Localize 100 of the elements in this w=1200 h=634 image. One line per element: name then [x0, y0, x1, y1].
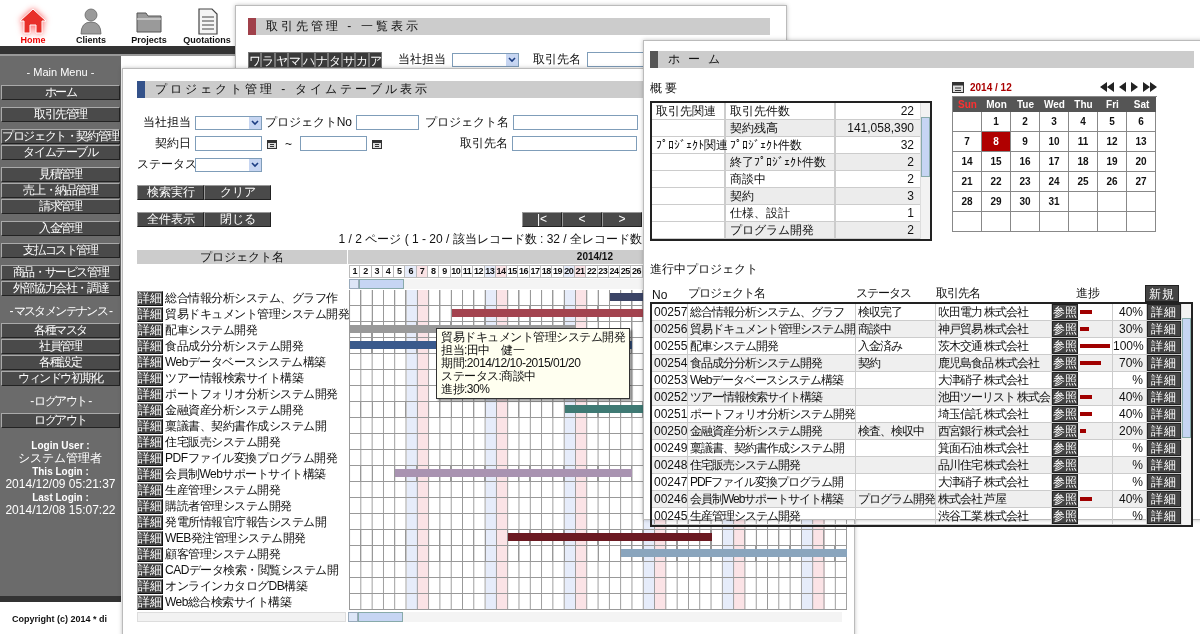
detail-button[interactable]: 詳細	[1147, 406, 1181, 422]
menu-button[interactable]: 請求管理	[1, 199, 120, 214]
reference-button[interactable]: 参照	[1052, 474, 1078, 490]
calendar-day[interactable]: 28	[953, 192, 982, 212]
scrollbar[interactable]	[347, 612, 842, 622]
detail-button[interactable]: 詳細	[1147, 474, 1181, 490]
calendar-day[interactable]: 22	[982, 172, 1011, 192]
detail-button[interactable]: 詳細	[137, 354, 163, 370]
detail-button[interactable]: 詳細	[137, 402, 163, 418]
calendar-day[interactable]: 8	[982, 132, 1011, 152]
kana-filter-button[interactable]: マ	[288, 51, 302, 68]
double-left-arrow-icon[interactable]	[1100, 82, 1114, 92]
nav-button[interactable]: Clients	[68, 7, 114, 46]
detail-button[interactable]: 詳細	[1147, 372, 1181, 388]
calendar-icon[interactable]	[372, 138, 382, 149]
new-button[interactable]: 新規	[1145, 285, 1179, 302]
scrollbar[interactable]	[920, 103, 930, 239]
calendar-day[interactable]: 29	[982, 192, 1011, 212]
menu-button[interactable]: 支払コスト管理	[1, 243, 120, 258]
pager-button[interactable]: <	[562, 212, 602, 227]
calendar-day[interactable]: 4	[1069, 112, 1098, 132]
detail-button[interactable]: 詳細	[1147, 491, 1181, 507]
select-field[interactable]	[195, 157, 262, 172]
calendar-day[interactable]: 6	[1127, 112, 1156, 132]
pager-button[interactable]: |<	[522, 212, 562, 227]
detail-button[interactable]: 詳細	[1147, 508, 1181, 524]
detail-button[interactable]: 詳細	[137, 466, 163, 482]
nav-button[interactable]: Quotations	[184, 7, 230, 46]
calendar-day[interactable]: 30	[1011, 192, 1040, 212]
calendar-day[interactable]: 12	[1098, 132, 1127, 152]
calendar-day[interactable]: 31	[1040, 192, 1069, 212]
reference-button[interactable]: 参照	[1052, 372, 1078, 388]
kana-filter-button[interactable]: カ	[355, 51, 369, 68]
detail-button[interactable]: 詳細	[137, 450, 163, 466]
calendar-day[interactable]: 23	[1011, 172, 1040, 192]
reference-button[interactable]: 参照	[1052, 457, 1078, 473]
calendar-day[interactable]: 20	[1127, 152, 1156, 172]
detail-button[interactable]: 詳細	[137, 594, 163, 610]
pager-button[interactable]: >	[602, 212, 642, 227]
detail-button[interactable]: 詳細	[137, 530, 163, 546]
reference-button[interactable]: 参照	[1052, 338, 1078, 354]
calendar-day[interactable]: 2	[1011, 112, 1040, 132]
detail-button[interactable]: 詳細	[137, 322, 163, 338]
right-arrow-icon[interactable]	[1131, 82, 1138, 92]
reference-button[interactable]: 参照	[1052, 355, 1078, 371]
calendar-day[interactable]: 19	[1098, 152, 1127, 172]
detail-button[interactable]: 詳細	[137, 306, 163, 322]
detail-button[interactable]: 詳細	[1147, 321, 1181, 337]
menu-button[interactable]: 各種設定	[1, 355, 120, 370]
reference-button[interactable]: 参照	[1052, 304, 1078, 320]
calendar-day[interactable]: 11	[1069, 132, 1098, 152]
reference-button[interactable]: 参照	[1052, 508, 1078, 524]
calendar-day[interactable]: 26	[1098, 172, 1127, 192]
nav-button[interactable]: Home	[10, 7, 56, 46]
detail-button[interactable]: 詳細	[1147, 304, 1181, 320]
menu-button[interactable]: 外部協力会社・調達	[1, 281, 120, 296]
kana-filter-button[interactable]: ラ	[261, 51, 275, 68]
detail-button[interactable]: 詳細	[137, 514, 163, 530]
date-field[interactable]	[300, 136, 367, 151]
calendar-day[interactable]: 10	[1040, 132, 1069, 152]
detail-button[interactable]: 詳細	[137, 290, 163, 306]
calendar-icon[interactable]	[267, 138, 277, 149]
detail-button[interactable]: 詳細	[1147, 355, 1181, 371]
input-field[interactable]	[512, 136, 637, 151]
detail-button[interactable]: 詳細	[137, 578, 163, 594]
calendar-day[interactable]: 13	[1127, 132, 1156, 152]
action-button[interactable]: 閉じる	[204, 212, 271, 227]
menu-button[interactable]: 取引先管理	[1, 107, 120, 122]
menu-button[interactable]: 売上・納品管理	[1, 183, 120, 198]
detail-button[interactable]: 詳細	[137, 338, 163, 354]
calendar-day[interactable]: 21	[953, 172, 982, 192]
input-field[interactable]	[513, 115, 638, 130]
select-field[interactable]	[195, 115, 262, 130]
calendar-day[interactable]: 5	[1098, 112, 1127, 132]
reference-button[interactable]: 参照	[1052, 389, 1078, 405]
action-button[interactable]: クリア	[204, 185, 271, 200]
menu-button[interactable]: ログアウト	[1, 413, 120, 428]
menu-button[interactable]: 入金管理	[1, 221, 120, 236]
scrollbar[interactable]	[137, 612, 346, 622]
calendar-day[interactable]: 3	[1040, 112, 1069, 132]
reference-button[interactable]: 参照	[1052, 440, 1078, 456]
calendar-day[interactable]: 18	[1069, 152, 1098, 172]
menu-button[interactable]: 商品・サービス管理	[1, 265, 120, 280]
detail-button[interactable]: 詳細	[137, 434, 163, 450]
reference-button[interactable]: 参照	[1052, 491, 1078, 507]
reference-button[interactable]: 参照	[1052, 406, 1078, 422]
menu-button[interactable]: 見積管理	[1, 167, 120, 182]
reference-button[interactable]: 参照	[1052, 423, 1078, 439]
date-field[interactable]	[195, 136, 262, 151]
detail-button[interactable]: 詳細	[137, 482, 163, 498]
kana-filter-button[interactable]: タ	[328, 51, 342, 68]
detail-button[interactable]: 詳細	[137, 546, 163, 562]
reference-button[interactable]: 参照	[1052, 321, 1078, 337]
menu-button[interactable]: 社員管理	[1, 339, 120, 354]
detail-button[interactable]: 詳細	[1147, 338, 1181, 354]
calendar-day[interactable]: 27	[1127, 172, 1156, 192]
menu-button[interactable]: 各種マスタ	[1, 323, 120, 338]
detail-button[interactable]: 詳細	[137, 498, 163, 514]
detail-button[interactable]: 詳細	[137, 418, 163, 434]
menu-button[interactable]: タイムテーブル	[1, 145, 120, 160]
